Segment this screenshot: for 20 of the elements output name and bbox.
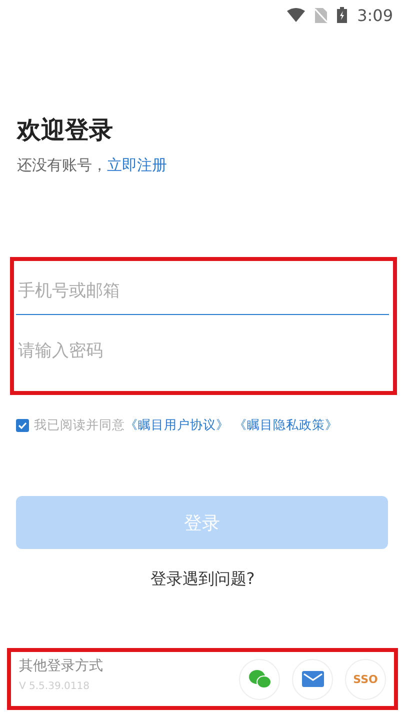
wifi-icon <box>287 8 306 22</box>
login-help-link[interactable]: 登录遇到问题? <box>150 569 255 590</box>
other-login-label: 其他登录方式 <box>19 656 104 674</box>
battery-charging-icon <box>337 7 348 23</box>
mail-icon <box>302 671 324 687</box>
account-field[interactable]: 手机号或邮箱 <box>16 267 389 315</box>
policy-link[interactable]: 《瞩目用户协议》 <box>125 417 229 434</box>
welcome-title: 欢迎登录 <box>17 115 114 146</box>
no-sim-icon <box>315 8 328 22</box>
agree-checkbox[interactable] <box>16 419 29 432</box>
sso-button[interactable]: SSO <box>345 658 386 700</box>
register-link[interactable]: 立即注册 <box>107 156 167 175</box>
no-account-text: 还没有账号， <box>17 156 107 175</box>
status-time: 3:09 <box>357 6 393 24</box>
mail-button[interactable] <box>292 658 333 700</box>
password-field[interactable]: 请输入密码 <box>16 327 389 375</box>
wechat-button[interactable] <box>239 658 280 700</box>
chat-bubbles-icon <box>248 669 272 689</box>
policy-link[interactable]: 《瞩目隐私政策》 <box>234 417 338 434</box>
agreement-text: 我已阅读并同意 <box>34 417 125 434</box>
